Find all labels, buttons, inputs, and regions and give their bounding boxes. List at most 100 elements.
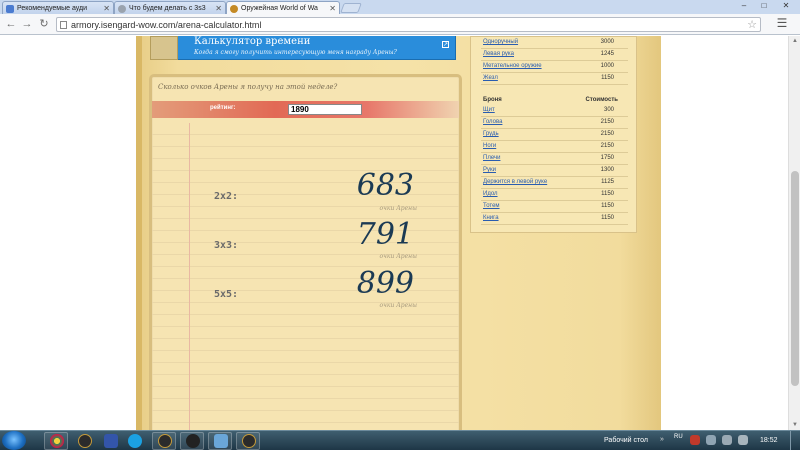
- chrome-icon: [50, 434, 64, 448]
- arena-points-panel: Сколько очков Арены я получу на этой нед…: [149, 74, 462, 430]
- close-tab-icon[interactable]: ✕: [103, 4, 110, 13]
- forward-button[interactable]: →: [20, 17, 34, 31]
- network-icon[interactable]: [722, 435, 732, 445]
- armor-row: Грудь 2150: [481, 129, 628, 141]
- start-button[interactable]: [2, 431, 26, 450]
- maximize-button[interactable]: □: [754, 0, 774, 12]
- steam-icon: [186, 434, 200, 448]
- armor-link[interactable]: Книга: [483, 215, 499, 221]
- armor-link[interactable]: Тотем: [483, 203, 500, 209]
- weapon-row: Левая рука 1245: [481, 49, 628, 61]
- armor-link[interactable]: Плечи: [483, 155, 500, 161]
- calculator-subtitle[interactable]: Когда я смогу получить интересующую меня…: [194, 49, 397, 56]
- emblem-icon: [150, 36, 178, 60]
- armor-cost: 2150: [600, 131, 614, 137]
- wrench-menu-icon[interactable]: ☰: [774, 16, 790, 32]
- calculator-header: Калькулятор времени Когда я смогу получи…: [150, 36, 456, 60]
- armor-row: Тотем 1150: [481, 201, 628, 213]
- clock[interactable]: 18:52: [760, 437, 778, 444]
- armor-link[interactable]: Голова: [483, 119, 502, 125]
- reload-button[interactable]: ↻: [37, 17, 51, 31]
- bracket-2x2-points: 683: [356, 168, 414, 203]
- armor-link[interactable]: Ноги: [483, 143, 496, 149]
- bracket-5x5-label: 5x5:: [214, 289, 239, 300]
- scrollbar-thumb[interactable]: [791, 171, 799, 386]
- armor-cost: 1300: [600, 167, 614, 173]
- armor-cost: 1125: [601, 179, 614, 185]
- tab-favicon-icon: [6, 5, 14, 13]
- armor-cost: 1150: [601, 203, 614, 209]
- armor-row: Руки 1300: [481, 165, 628, 177]
- volume-icon[interactable]: [738, 435, 748, 445]
- weapon-row: Одноручный 3000: [481, 37, 628, 49]
- address-bar[interactable]: armory.isengard-wow.com/arena-calculator…: [56, 17, 761, 32]
- armor-cost: 1150: [601, 191, 614, 197]
- armor-link[interactable]: Держится в левой руке: [483, 179, 547, 185]
- desktop-toolbar-label[interactable]: Рабочий стол: [604, 437, 648, 444]
- scroll-up-arrow-icon[interactable]: ▲: [789, 36, 800, 46]
- armor-row: Книга 1150: [481, 213, 628, 225]
- tab-what-to-do[interactable]: Что будем делать с 3s3 ✕: [114, 1, 226, 14]
- windows-taskbar: Рабочий стол » RU 18:52: [0, 430, 800, 450]
- new-tab-button[interactable]: [340, 3, 362, 13]
- armor-column-header: Броня: [483, 97, 502, 103]
- tray-app-icon[interactable]: [690, 435, 700, 445]
- bracket-3x3-label: 3x3:: [214, 240, 239, 251]
- skype-icon[interactable]: [128, 434, 142, 448]
- armor-row: Щит 300: [481, 105, 628, 117]
- armor-table-header: Броня Стоимость: [483, 97, 628, 103]
- cost-column-header: Стоимость: [585, 97, 618, 103]
- armor-row: Идол 1150: [481, 189, 628, 201]
- weapon-cost: 3000: [600, 39, 614, 45]
- armor-link[interactable]: Грудь: [483, 131, 499, 137]
- tab-armory[interactable]: Оружейная World of Wa ✕: [226, 1, 340, 15]
- weapon-link[interactable]: Одноручный: [483, 39, 518, 45]
- armor-row: Ноги 2150: [481, 141, 628, 153]
- armor-row: Плечи 1750: [481, 153, 628, 165]
- tab-recommended-audio[interactable]: Рекомендуемые ауди ✕: [2, 1, 114, 14]
- page-scrollbar[interactable]: ▲ ▼: [788, 36, 800, 430]
- tray-printer-icon[interactable]: [706, 435, 716, 445]
- margin-line: [189, 123, 190, 430]
- costs-sidebar: Одноручный 3000 Левая рука 1245 Метатель…: [470, 36, 637, 233]
- weapon-link[interactable]: Метательное оружие: [483, 63, 542, 69]
- armor-cost: 2150: [600, 119, 614, 125]
- save-icon[interactable]: [104, 434, 118, 448]
- language-indicator[interactable]: RU: [674, 434, 683, 440]
- weapon-row: Метательное оружие 1000: [481, 61, 628, 73]
- back-button[interactable]: ←: [4, 17, 18, 31]
- tab-label: Рекомендуемые ауди: [17, 5, 88, 12]
- weapon-link[interactable]: Левая рука: [483, 51, 514, 57]
- app-icon: [214, 434, 228, 448]
- close-tab-icon[interactable]: ✕: [329, 4, 336, 13]
- armor-cost: 300: [603, 107, 614, 113]
- wow-icon[interactable]: [78, 434, 92, 448]
- show-desktop-button[interactable]: [790, 431, 800, 450]
- armor-row: Держится в левой руке 1125: [481, 177, 628, 189]
- weapon-cost: 1245: [600, 51, 614, 57]
- bookmark-star-icon[interactable]: ☆: [747, 18, 757, 31]
- armor-cost: 1150: [601, 215, 614, 221]
- close-window-button[interactable]: ✕: [774, 0, 798, 12]
- weapon-cost: 1150: [601, 75, 614, 81]
- close-tab-icon[interactable]: ✕: [215, 4, 222, 13]
- rating-input[interactable]: 1890: [288, 104, 362, 115]
- armor-link[interactable]: Руки: [483, 167, 496, 173]
- armor-link[interactable]: Щит: [483, 107, 495, 113]
- tray-expand-icon[interactable]: »: [660, 436, 664, 443]
- panel-question: Сколько очков Арены я получу на этой нед…: [158, 83, 338, 91]
- bracket-3x3-points: 791: [356, 217, 414, 252]
- external-link-icon[interactable]: ↗: [442, 41, 449, 48]
- bracket-5x5-unit: очки Арены: [379, 302, 417, 309]
- armor-link[interactable]: Идол: [483, 191, 498, 197]
- weapon-row: Жезл 1150: [481, 73, 628, 85]
- bracket-2x2-unit: очки Арены: [379, 205, 417, 212]
- tab-strip: Рекомендуемые ауди ✕ Что будем делать с …: [0, 0, 800, 15]
- tab-label: Оружейная World of Wa: [241, 5, 318, 12]
- bracket-3x3-unit: очки Арены: [379, 253, 417, 260]
- weapon-link[interactable]: Жезл: [483, 75, 498, 81]
- rating-label: рейтинг:: [210, 105, 236, 111]
- minimize-button[interactable]: –: [734, 0, 754, 12]
- scroll-down-arrow-icon[interactable]: ▼: [789, 420, 800, 430]
- browser-toolbar: ← → ↻ armory.isengard-wow.com/arena-calc…: [0, 14, 800, 35]
